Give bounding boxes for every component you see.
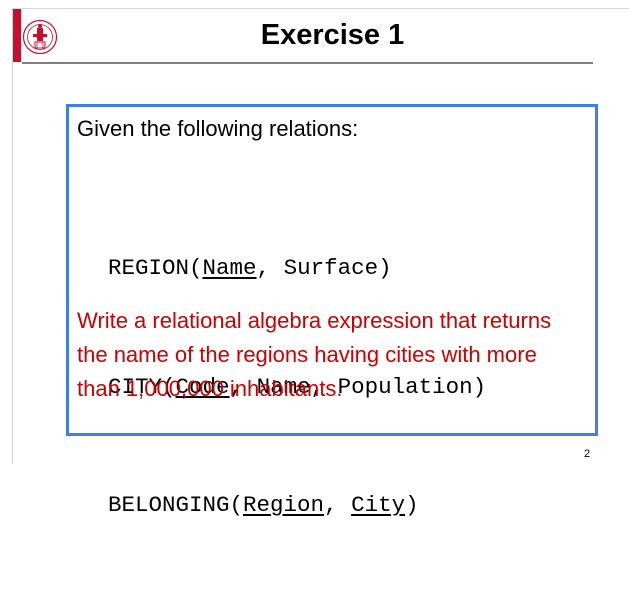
university-seal-icon (22, 19, 58, 55)
slide-top-border (12, 8, 629, 9)
intro-text: Given the following relations: (77, 116, 359, 141)
key-attribute: Name (202, 255, 257, 281)
exercise-box: Given the following relations: REGION(Na… (66, 104, 598, 518)
title-divider (22, 62, 593, 64)
attribute: Surface (283, 255, 379, 281)
question-text: Write a relational algebra expression th… (77, 308, 552, 401)
relation-name: BELONGING (108, 492, 230, 518)
brand-red-bar (13, 9, 21, 62)
page-number: 2 (584, 448, 591, 460)
slide-title: Exercise 1 (260, 19, 405, 51)
relation-belonging: BELONGING(Region, City) (108, 492, 419, 518)
slide-left-border (12, 8, 13, 464)
key-attribute: Region (243, 492, 325, 518)
relation-region: REGION(Name, Surface) (108, 255, 392, 281)
key-attribute: City (351, 492, 406, 518)
relation-name: REGION (108, 255, 190, 281)
